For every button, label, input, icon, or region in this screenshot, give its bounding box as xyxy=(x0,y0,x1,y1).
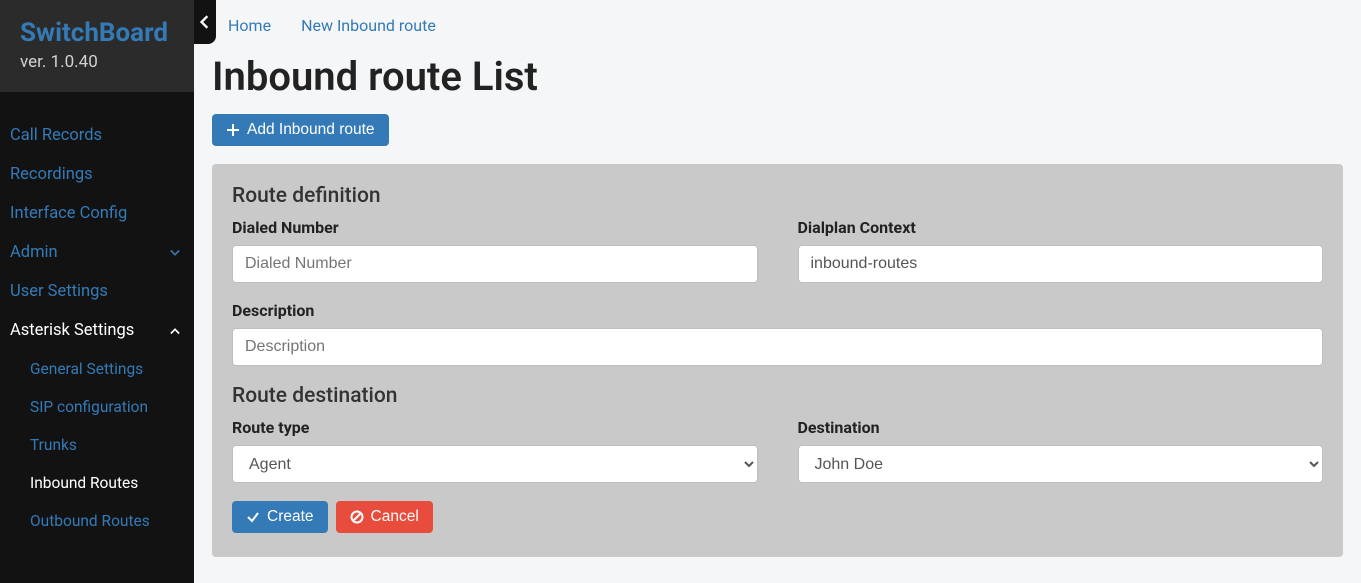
breadcrumb-current[interactable]: New Inbound route xyxy=(301,16,436,35)
create-button[interactable]: Create xyxy=(232,501,328,533)
dialplan-context-label: Dialplan Context xyxy=(798,218,1324,237)
breadcrumb-home[interactable]: Home xyxy=(228,16,271,35)
nav-recordings[interactable]: Recordings xyxy=(0,155,194,194)
plus-icon xyxy=(226,123,240,137)
destination-select[interactable]: John Doe xyxy=(798,445,1324,483)
nav-outbound-routes[interactable]: Outbound Routes xyxy=(0,502,194,540)
dialed-number-input[interactable] xyxy=(232,245,758,283)
nav-label: Inbound Routes xyxy=(30,474,138,492)
section-route-destination-title: Route destination xyxy=(232,384,1323,408)
nav-label: Call Records xyxy=(10,126,102,145)
breadcrumb: Home New Inbound route xyxy=(228,16,1343,35)
check-icon xyxy=(246,510,260,524)
nav-user-settings[interactable]: User Settings xyxy=(0,272,194,311)
destination-label: Destination xyxy=(798,418,1324,437)
nav-trunks[interactable]: Trunks xyxy=(0,426,194,464)
nav-label: Outbound Routes xyxy=(30,512,150,530)
description-label: Description xyxy=(232,301,1323,320)
app-version: ver. 1.0.40 xyxy=(20,52,174,72)
nav-label: General Settings xyxy=(30,360,143,378)
chevron-up-icon xyxy=(170,326,180,336)
nav-sip-configuration[interactable]: SIP configuration xyxy=(0,388,194,426)
route-type-select[interactable]: Agent xyxy=(232,445,758,483)
app-brand: SwitchBoard xyxy=(20,18,174,48)
button-label: Create xyxy=(267,508,314,526)
dialplan-context-input[interactable] xyxy=(798,245,1324,283)
nav-label: Recordings xyxy=(10,165,93,184)
nav-label: Asterisk Settings xyxy=(10,321,134,340)
section-route-definition-title: Route definition xyxy=(232,184,1323,208)
nav-label: User Settings xyxy=(10,282,108,301)
nav-call-records[interactable]: Call Records xyxy=(0,116,194,155)
sidebar-nav: Call Records Recordings Interface Config… xyxy=(0,116,194,540)
nav-label: Trunks xyxy=(30,436,77,454)
form-panel: Route definition Dialed Number Dialplan … xyxy=(212,164,1343,557)
cancel-button[interactable]: Cancel xyxy=(336,501,433,533)
nav-admin[interactable]: Admin xyxy=(0,233,194,272)
sidebar-collapse-button[interactable] xyxy=(194,0,216,44)
nav-general-settings[interactable]: General Settings xyxy=(0,350,194,388)
nav-inbound-routes[interactable]: Inbound Routes xyxy=(0,464,194,502)
add-inbound-route-button[interactable]: Add Inbound route xyxy=(212,114,389,146)
main-content: Home New Inbound route Inbound route Lis… xyxy=(194,0,1361,583)
route-type-label: Route type xyxy=(232,418,758,437)
sidebar-header: SwitchBoard ver. 1.0.40 xyxy=(0,0,194,92)
nav-label: Admin xyxy=(10,243,58,262)
nav-label: SIP configuration xyxy=(30,398,148,416)
button-label: Cancel xyxy=(371,508,419,526)
cancel-icon xyxy=(350,510,364,524)
sidebar: SwitchBoard ver. 1.0.40 Call Records Rec… xyxy=(0,0,194,583)
chevron-down-icon xyxy=(170,248,180,258)
page-title: Inbound route List xyxy=(212,53,1343,100)
nav-label: Interface Config xyxy=(10,204,127,223)
nav-asterisk-settings[interactable]: Asterisk Settings xyxy=(0,311,194,350)
chevron-left-icon xyxy=(200,15,210,29)
nav-interface-config[interactable]: Interface Config xyxy=(0,194,194,233)
description-input[interactable] xyxy=(232,328,1323,366)
button-label: Add Inbound route xyxy=(247,121,375,139)
dialed-number-label: Dialed Number xyxy=(232,218,758,237)
